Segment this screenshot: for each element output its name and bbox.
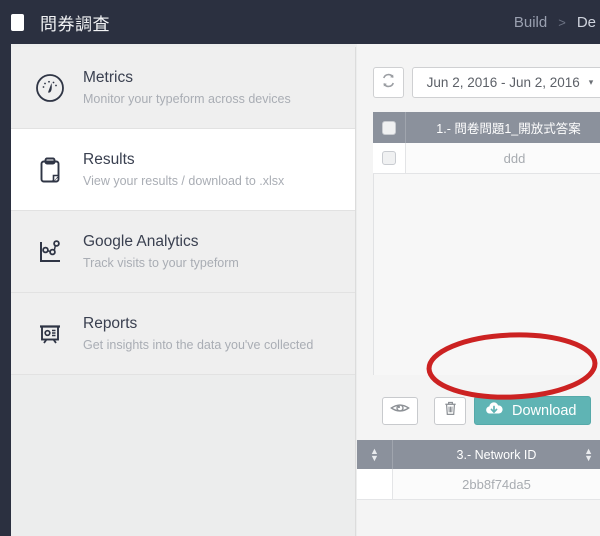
cell-network-id-value: 2bb8f74da5 [462,476,531,492]
sort-desc-icon: ▼ [370,452,379,463]
clipboard-icon [29,149,71,191]
chevron-right-icon: > [558,14,566,30]
download-button-label: Download [512,402,577,419]
results-toolbar: Jun 2, 2016 - Jun 2, 2016 ▾ [373,67,600,98]
sidebar-item-google-analytics-subtitle: Track visits to your typeform [83,255,239,270]
breadcrumb: Build > De [510,0,600,44]
sidebar-item-metrics-subtitle: Monitor your typeform across devices [83,91,291,106]
top-bar: 問券調査 Build > De [0,0,600,44]
eye-icon [390,401,410,420]
refresh-button[interactable] [373,67,404,98]
column-header-network-id-label: 3.- Network ID [456,447,537,462]
results-action-bar: Download [382,396,591,425]
form-document-icon [11,13,24,31]
sort-toggle-network-id[interactable]: ▲ ▼ [584,446,593,463]
row-checkbox[interactable] [382,151,396,165]
table2-header-row: ▲ ▼ 3.- Network ID ▲ ▼ [357,440,600,469]
gauge-icon [29,67,71,109]
table-header-row: 1.- 問卷問題1_開放式答案 ▲ ▼ [373,112,600,143]
presentation-board-icon [29,313,71,355]
sidebar-item-reports[interactable]: Reports Get insights into the data you'v… [11,293,355,375]
sidebar-item-reports-text: Reports Get insights into the data you'v… [83,314,313,354]
sidebar-item-results[interactable]: Results View your results / download to … [11,129,355,211]
sidebar-empty-area [11,375,356,536]
results-table-primary: 1.- 問卷問題1_開放式答案 ▲ ▼ ddd [373,112,600,174]
column-header-question1[interactable]: 1.- 問卷問題1_開放式答案 ▲ ▼ [406,112,600,143]
sidebar-item-results-text: Results View your results / download to … [83,150,284,190]
sort-toggle-prev[interactable]: ▲ ▼ [370,446,379,463]
select-all-checkbox[interactable] [382,120,396,135]
preview-button[interactable] [382,396,418,425]
results-table-body-area [373,143,600,375]
left-rail [0,44,11,536]
page-title: 問券調査 [40,14,110,34]
cell-question1-value: ddd [503,150,526,166]
sidebar-item-metrics[interactable]: Metrics Monitor your typeform across dev… [11,47,355,129]
trash-icon [443,400,458,422]
sort-desc-icon: ▼ [584,452,593,463]
column-header-question1-label: 1.- 問卷問題1_開放式答案 [436,122,581,136]
sidebar-item-metrics-text: Metrics Monitor your typeform across dev… [83,68,291,108]
analytics-chart-icon [29,231,71,273]
sidebar-item-reports-title: Reports [83,314,138,332]
sidebar-item-reports-subtitle: Get insights into the data you've collec… [83,337,314,352]
select-all-checkbox-cell[interactable] [373,112,406,143]
refresh-icon [380,72,397,94]
date-range-selector[interactable]: Jun 2, 2016 - Jun 2, 2016 ▾ [412,67,600,98]
breadcrumb-item-design[interactable]: De [573,14,600,31]
cloud-download-icon [484,401,504,421]
table2-row-gutter [357,469,393,499]
results-panel: Jun 2, 2016 - Jun 2, 2016 ▾ 1.- 問卷問題1_開放… [357,44,600,536]
column-header-network-id[interactable]: 3.- Network ID ▲ ▼ [393,440,600,469]
row-checkbox-cell[interactable] [373,143,406,173]
app-root: 問券調査 Build > De Metrics Monitor your typ… [0,0,600,536]
download-button[interactable]: Download [474,396,591,425]
date-range-value: Jun 2, 2016 - Jun 2, 2016 [426,75,580,90]
sidebar-item-results-title: Results [83,150,135,168]
sidebar-item-metrics-title: Metrics [83,68,133,86]
table-row[interactable]: 2bb8f74da5 [357,469,600,500]
delete-button[interactable] [434,396,466,425]
sidebar-item-google-analytics[interactable]: Google Analytics Track visits to your ty… [11,211,355,293]
sidebar-item-google-analytics-text: Google Analytics Track visits to your ty… [83,232,239,272]
results-table-secondary: ▲ ▼ 3.- Network ID ▲ ▼ 2bb8f74da5 [357,440,600,500]
sidebar: Metrics Monitor your typeform across dev… [11,47,356,375]
breadcrumb-item-build[interactable]: Build [510,14,551,31]
sidebar-item-google-analytics-title: Google Analytics [83,232,199,250]
column-header-prev-sort[interactable]: ▲ ▼ [357,440,393,469]
sidebar-item-results-subtitle: View your results / download to .xlsx [83,173,285,188]
chevron-down-icon: ▾ [588,77,594,87]
table-row[interactable]: ddd [373,143,600,174]
